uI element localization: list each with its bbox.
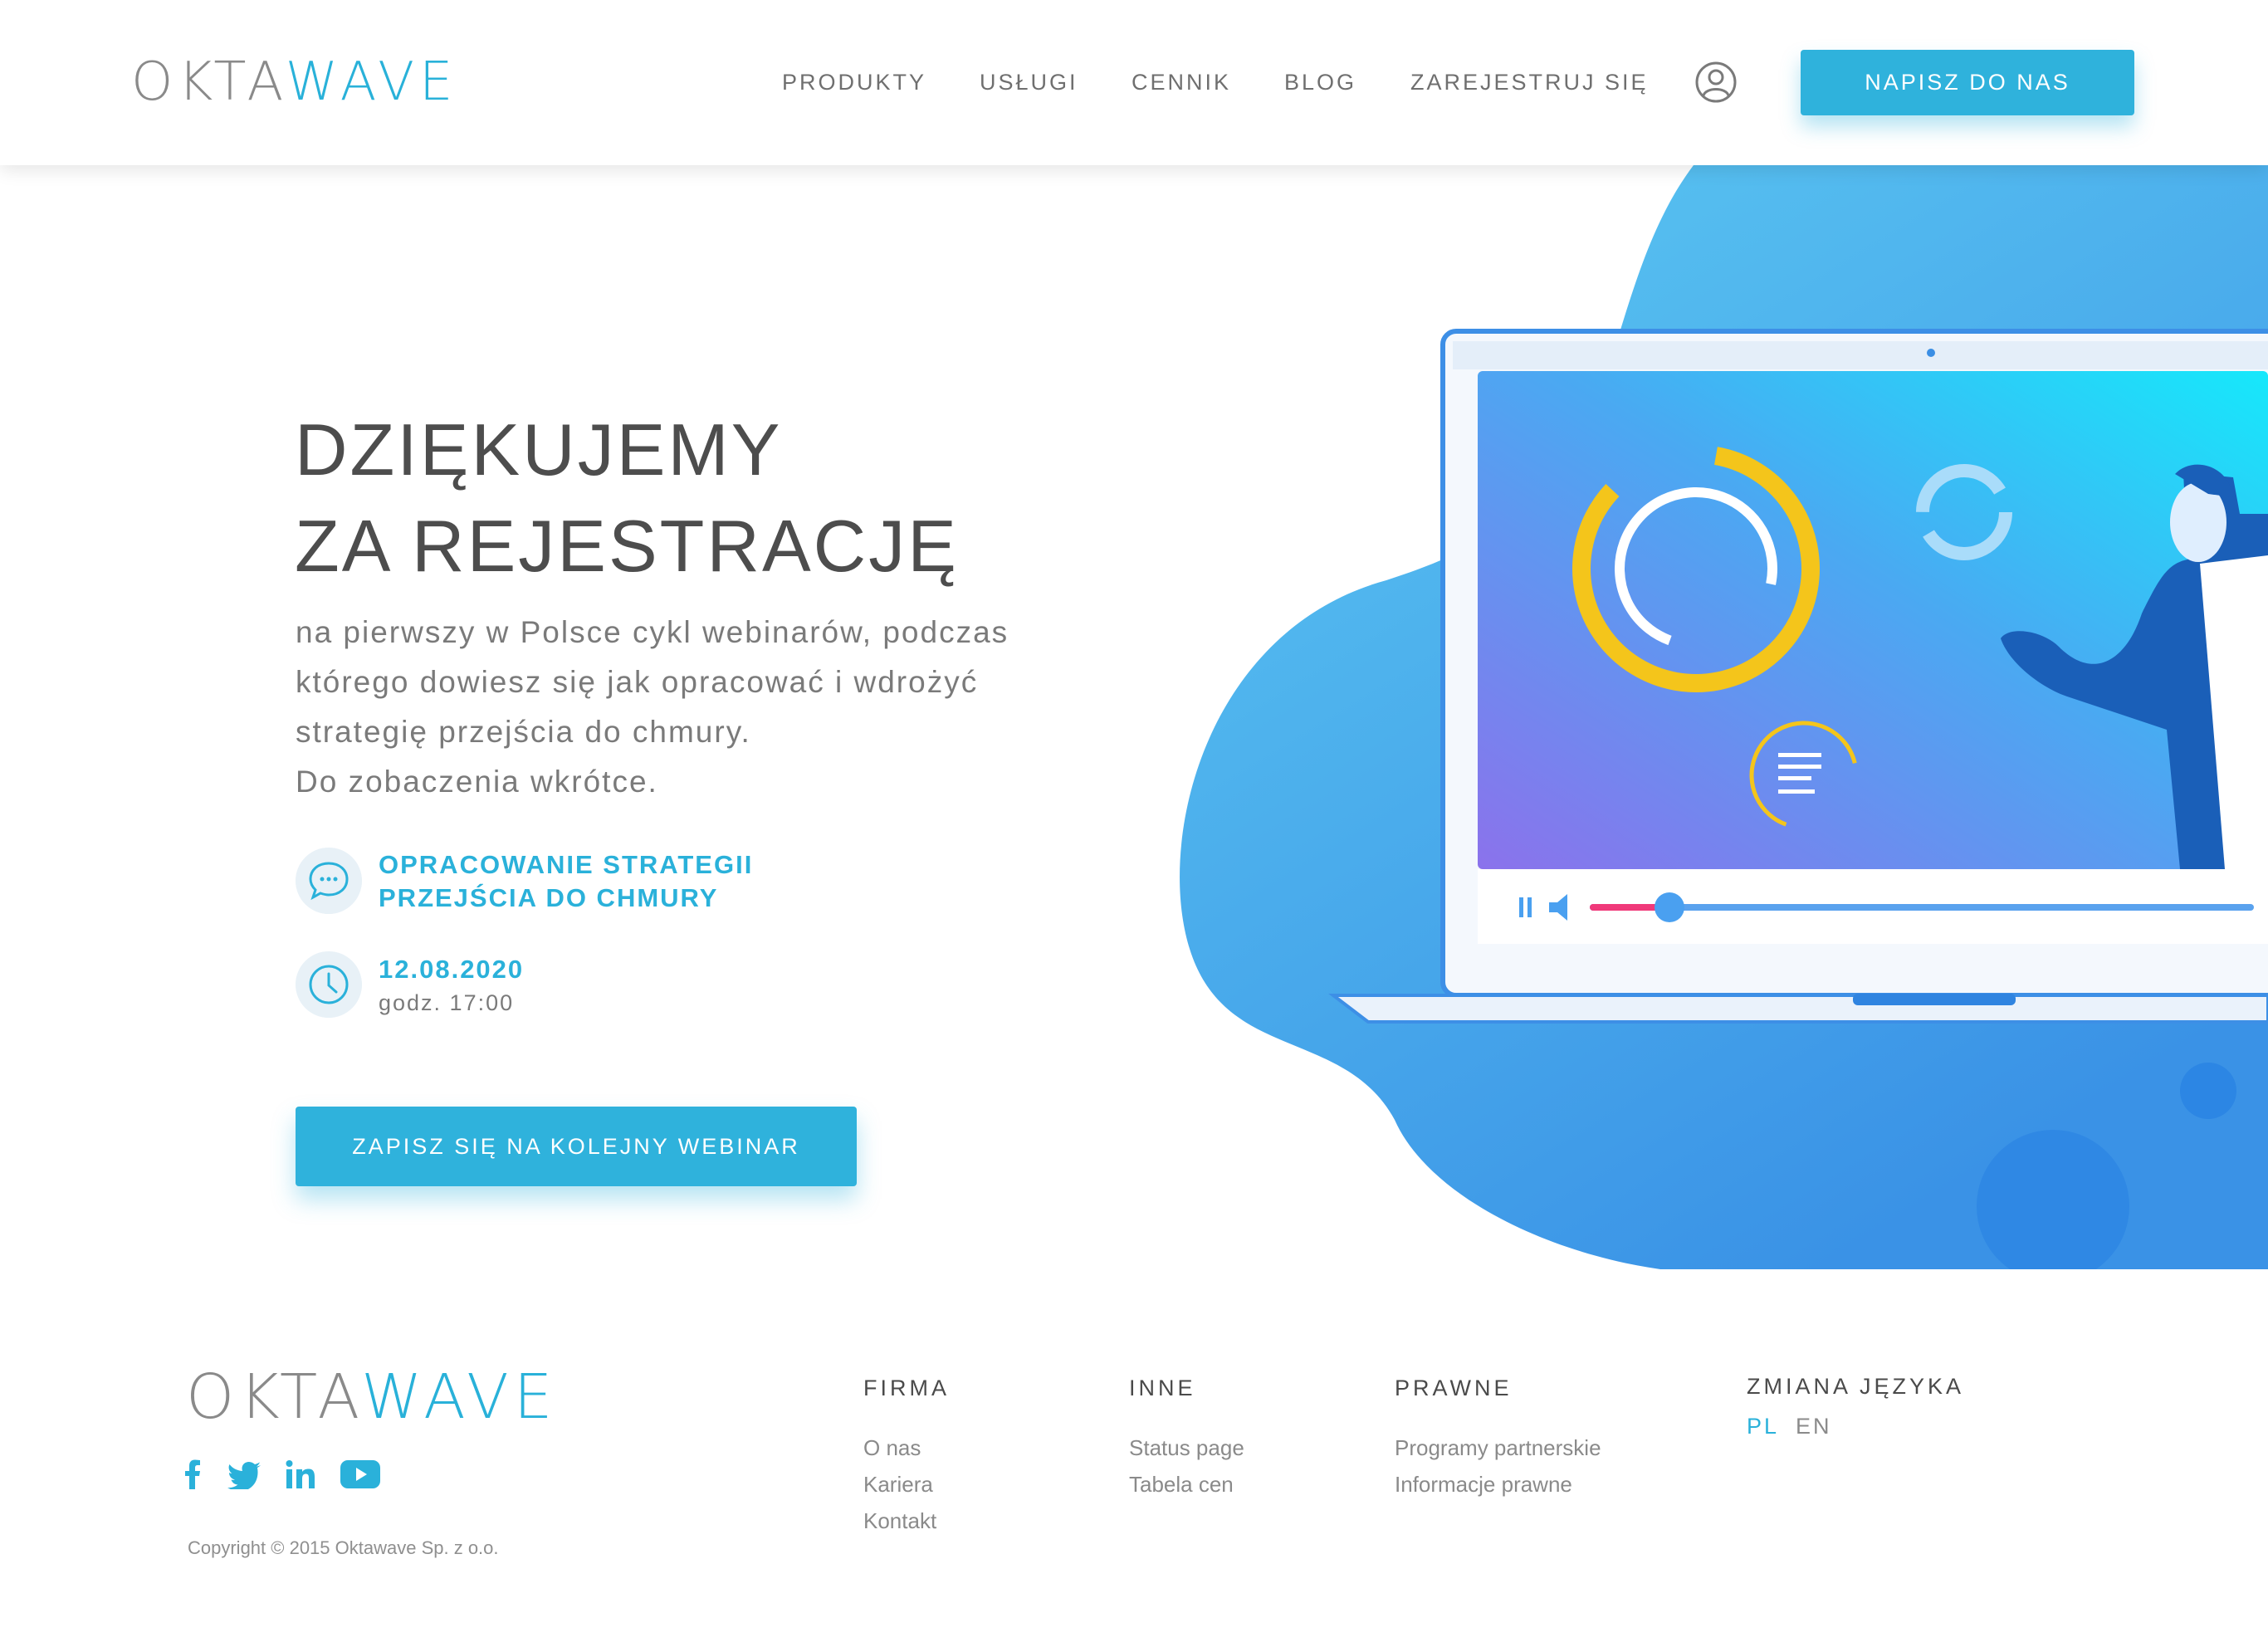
nav-item-uslugi[interactable]: USŁUGI [980, 70, 1078, 95]
copyright-text: Copyright © 2015 Oktawave Sp. z o.o. [188, 1537, 499, 1558]
facebook-icon[interactable] [184, 1459, 201, 1489]
footer-link-o-nas[interactable]: O nas [863, 1435, 921, 1461]
language-option-pl[interactable]: PL [1747, 1414, 1779, 1439]
footer-link-kariera[interactable]: Kariera [863, 1472, 933, 1498]
footer-link-status-page[interactable]: Status page [1129, 1435, 1244, 1461]
youtube-icon[interactable] [340, 1459, 380, 1489]
webinar-time: godz. 17:00 [379, 990, 515, 1015]
hero-description: na pierwszy w Polsce cykl webinarów, pod… [296, 615, 1009, 799]
footer-link-programy-partnerskie[interactable]: Programy partnerskie [1395, 1435, 1601, 1461]
footer-heading-prawne: PRAWNE [1395, 1376, 1513, 1400]
header-logo[interactable]: OKTAWAVE [131, 51, 457, 113]
footer-heading-inne: INNE [1129, 1376, 1196, 1400]
page-title: DZIĘKUJEMY ZA REJESTRACJĘ [295, 408, 959, 587]
footer-heading-firma: FIRMA [863, 1376, 950, 1400]
footer-link-kontakt[interactable]: Kontakt [863, 1508, 936, 1534]
chat-icon [296, 848, 362, 914]
nav-item-produkty[interactable]: PRODUKTY [782, 70, 926, 95]
linkedin-icon[interactable] [286, 1459, 315, 1489]
footer-link-tabela-cen[interactable]: Tabela cen [1129, 1472, 1234, 1498]
language-option-en[interactable]: EN [1796, 1414, 1832, 1439]
progress-track [1590, 904, 2254, 911]
footer-logo[interactable]: OKTAWAVE [186, 1361, 557, 1433]
laptop-base [1328, 994, 2268, 1024]
site-header: OKTAWAVE PRODUKTY USŁUGI CENNIK BLOG ZAR… [0, 0, 2268, 165]
register-next-webinar-button[interactable]: ZAPISZ SIĘ NA KOLEJNY WEBINAR [296, 1107, 857, 1186]
progress-handle [1655, 892, 1684, 922]
contact-us-button[interactable]: NAPISZ DO NAS [1801, 50, 2134, 115]
nav-item-blog[interactable]: BLOG [1284, 70, 1356, 95]
decor-circle-small [2180, 1063, 2236, 1119]
footer-link-informacje-prawne[interactable]: Informacje prawne [1395, 1472, 1572, 1498]
webinar-illustration [1180, 165, 2268, 1269]
webinar-date: 12.08.2020 [379, 955, 525, 984]
laptop-camera [1927, 349, 1935, 357]
twitter-icon[interactable] [227, 1459, 261, 1489]
webinar-topic: OPRACOWANIE STRATEGII PRZEJŚCIA DO CHMUR… [379, 850, 754, 912]
clock-icon [296, 951, 362, 1018]
nav-item-cennik[interactable]: CENNIK [1132, 70, 1231, 95]
footer-heading-language: ZMIANA JĘZYKA [1747, 1374, 1965, 1399]
user-icon[interactable] [1694, 61, 1738, 104]
nav-item-register[interactable]: ZAREJESTRUJ SIĘ [1410, 70, 1649, 95]
